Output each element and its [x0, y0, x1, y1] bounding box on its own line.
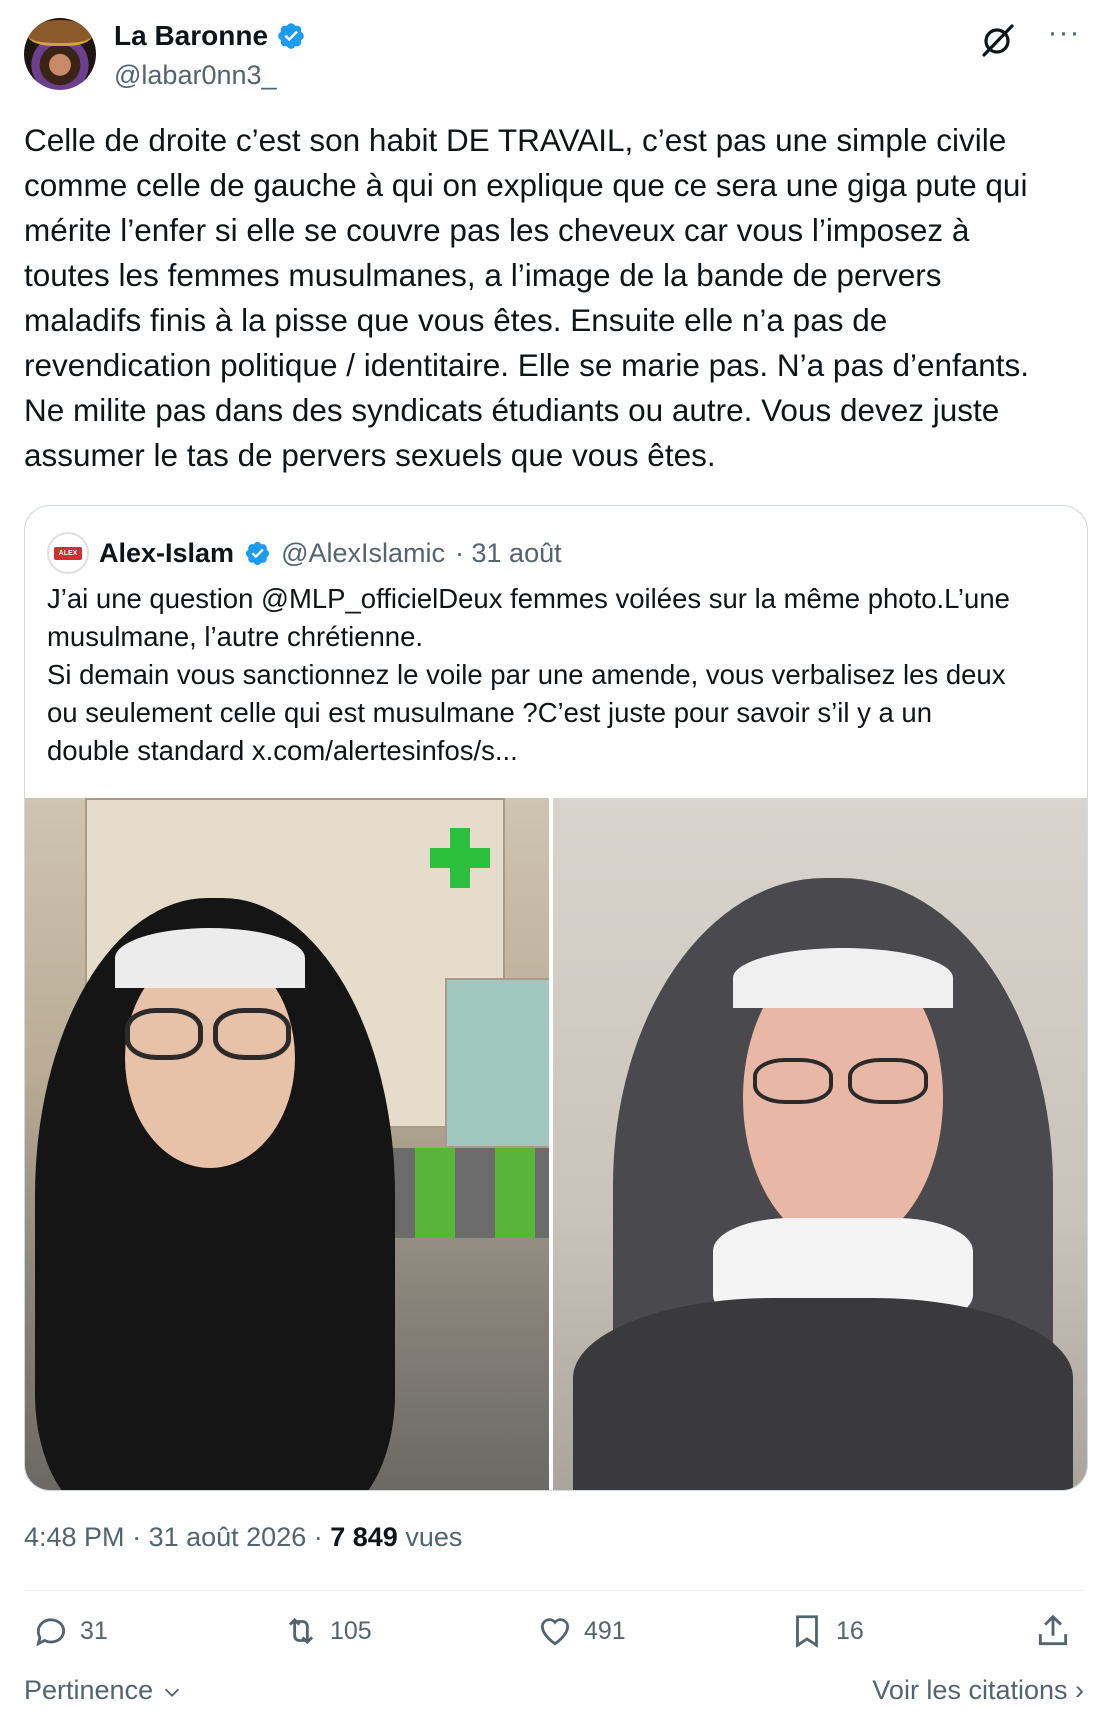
pharmacy-cross-sign — [430, 828, 490, 888]
white-underscarf — [115, 928, 305, 988]
repost-icon — [288, 1617, 314, 1645]
quoted-author-avatar[interactable]: ALEX ISLAM — [47, 532, 89, 574]
sort-dropdown[interactable]: Pertinence — [24, 1675, 183, 1706]
reply-count: 31 — [80, 1616, 108, 1645]
heart-icon — [540, 1618, 570, 1646]
quoted-post[interactable]: ALEX ISLAM Alex-Islam @AlexIslamic · 31 … — [24, 505, 1088, 1491]
like-button[interactable]: 491 — [536, 1612, 626, 1650]
glasses-left — [125, 1008, 203, 1060]
quoted-post-date[interactable]: · 31 août — [455, 538, 562, 569]
grok-icon[interactable] — [978, 20, 1018, 60]
avatar-hat-graphic — [28, 20, 92, 46]
action-bar: 31 105 491 16 — [24, 1612, 1084, 1662]
bookmark-button[interactable]: 16 — [788, 1612, 864, 1650]
author-name-row[interactable]: La Baronne — [114, 20, 306, 52]
post-date[interactable]: · 31 août 2026 · — [132, 1522, 323, 1552]
more-options-icon[interactable]: ··· — [1044, 18, 1084, 60]
quoted-post-text: J’ai une question @MLP_officielDeux femm… — [47, 583, 1010, 766]
verified-badge-icon — [278, 23, 304, 49]
sort-label: Pertinence — [24, 1675, 154, 1705]
quoted-author-handle[interactable]: @AlexIslamic — [281, 538, 445, 569]
quoted-post-media[interactable] — [25, 798, 1087, 1490]
post-meta: 4:48 PM · 31 août 2026 · 7 849 vues — [24, 1522, 462, 1553]
view-quotes-link[interactable]: Voir les citations › — [872, 1675, 1084, 1706]
views-count: 7 849 — [330, 1522, 398, 1552]
woman-hijab-street-photo[interactable] — [25, 798, 549, 1490]
share-icon — [1038, 1614, 1068, 1646]
like-count: 491 — [584, 1616, 626, 1645]
white-coif — [733, 948, 953, 1008]
nun-habit-photo[interactable] — [553, 798, 1087, 1490]
reply-icon — [36, 1618, 66, 1647]
quoted-avatar-logo-text: ALEX ISLAM — [54, 547, 82, 570]
chevron-down-icon — [164, 1688, 179, 1697]
glasses-right — [213, 1008, 291, 1060]
author-handle[interactable]: @labar0nn3_ — [114, 60, 277, 91]
bookmark-icon — [796, 1615, 818, 1648]
quoted-author-name[interactable]: Alex-Islam — [99, 538, 234, 569]
dark-habit — [573, 1298, 1073, 1490]
post-text: Celle de droite c’est son habit DE TRAVA… — [24, 122, 1030, 473]
quoted-post-header: ALEX ISLAM Alex-Islam @AlexIslamic · 31 … — [47, 532, 562, 574]
bookmark-count: 16 — [836, 1616, 864, 1645]
glasses-right — [848, 1058, 928, 1104]
repost-count: 105 — [330, 1616, 372, 1645]
views-label: vues — [405, 1522, 463, 1552]
author-display-name[interactable]: La Baronne — [114, 20, 268, 52]
divider — [24, 1590, 1084, 1591]
glasses-left — [753, 1058, 833, 1104]
replies-footer: Pertinence Voir les citations › — [24, 1675, 1084, 1715]
post-header: La Baronne @labar0nn3_ ··· — [24, 14, 1084, 94]
verified-badge-icon — [246, 541, 270, 565]
post-time[interactable]: 4:48 PM — [24, 1522, 125, 1552]
share-button[interactable] — [1034, 1612, 1072, 1650]
reply-button[interactable]: 31 — [32, 1612, 108, 1650]
author-avatar[interactable] — [24, 18, 96, 90]
pharmacy-storefront — [445, 978, 549, 1148]
repost-button[interactable]: 105 — [282, 1612, 372, 1650]
